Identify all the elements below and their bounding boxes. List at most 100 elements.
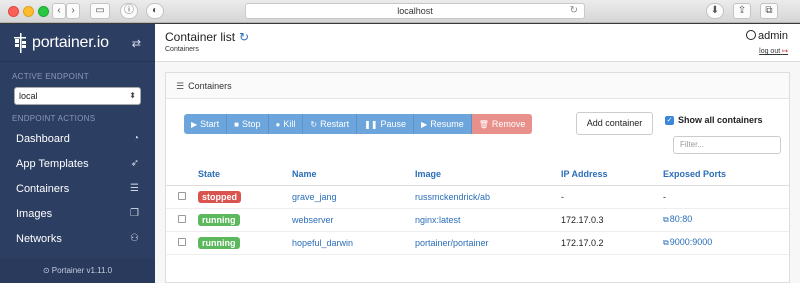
- sidebar-item-images[interactable]: Images ❐: [0, 201, 155, 226]
- logout-link[interactable]: log out ↦: [759, 47, 788, 55]
- page-header: Container list ↻ Containers admin log out…: [155, 24, 800, 62]
- pause-button[interactable]: ❚❚ Pause: [357, 114, 415, 134]
- reader-icon[interactable]: ⓘ: [120, 3, 138, 19]
- status-badge: stopped: [198, 190, 241, 203]
- stop-label: Stop: [242, 119, 261, 129]
- show-all-label: Show all containers: [678, 115, 763, 125]
- back-button[interactable]: ‹: [52, 3, 66, 19]
- panel-title: Containers: [188, 81, 232, 91]
- sidebar-item-dashboard[interactable]: Dashboard ◔: [0, 126, 155, 151]
- external-link-icon: ⧉: [663, 238, 669, 247]
- restart-label: Restart: [320, 119, 350, 129]
- containers-panel: ☰ Containers ▶ Start ■ Stop ● Kill ↻ Restart …: [165, 72, 790, 283]
- container-name-link[interactable]: grave_jang: [292, 192, 337, 202]
- row-checkbox[interactable]: [178, 191, 186, 200]
- sidebar-toggle-icon[interactable]: ▭: [90, 3, 110, 19]
- ip-address: -: [561, 191, 564, 202]
- sidebar-item-label: App Templates: [16, 157, 89, 170]
- image-link[interactable]: portainer/portainer: [415, 238, 489, 248]
- action-button-group: ▶ Start ■ Stop ● Kill ↻ Restart ❚❚ Pause ▶ Res…: [184, 114, 533, 134]
- reload-icon[interactable]: ↻: [570, 4, 578, 18]
- bomb-icon: ●: [275, 119, 281, 129]
- clone-icon: ❐: [130, 208, 139, 219]
- table-row: stopped grave_jang russmckendrick/ab - -: [166, 185, 789, 209]
- address-bar[interactable]: localhost ↻: [245, 3, 585, 19]
- privacy-icon[interactable]: ◐: [146, 3, 164, 19]
- refresh-icon[interactable]: ↻: [239, 30, 249, 44]
- endpoint-actions-heading: ENDPOINT ACTIONS: [12, 114, 96, 123]
- exchange-icon[interactable]: ⇄: [132, 37, 141, 50]
- restart-button[interactable]: ↻ Restart: [303, 114, 358, 134]
- stop-icon: ■: [234, 119, 240, 129]
- resume-label: Resume: [430, 119, 464, 129]
- sidebar-item-label: Images: [16, 207, 53, 220]
- pause-icon: ❚❚: [364, 119, 378, 129]
- row-checkbox[interactable]: [178, 237, 186, 246]
- row-checkbox[interactable]: [178, 214, 186, 223]
- container-name-link[interactable]: hopeful_darwin: [292, 238, 353, 248]
- minimize-window-button[interactable]: [23, 6, 34, 17]
- resume-button[interactable]: ▶ Resume: [414, 114, 472, 134]
- ports-link[interactable]: ⧉9000:9000: [663, 237, 712, 247]
- checkbox-checked-icon[interactable]: ✓: [665, 115, 674, 125]
- table-row: running hopeful_darwin portainer/portainer…: [166, 231, 789, 255]
- share-icon[interactable]: ⇪: [733, 3, 751, 19]
- logout-text[interactable]: log out: [759, 48, 780, 55]
- ports-value: 80:80: [669, 214, 693, 224]
- select-arrows-icon: ⬍: [129, 91, 136, 100]
- main-content: Container list ↻ Containers admin log out…: [155, 24, 800, 283]
- col-header-state[interactable]: State: [198, 163, 292, 186]
- endpoint-select-value: local: [19, 91, 38, 101]
- brand-name[interactable]: portainer.io: [32, 34, 109, 52]
- col-header-image[interactable]: Image: [415, 163, 561, 186]
- start-label: Start: [200, 119, 220, 129]
- containers-table: State Name Image IP Address Exposed Port…: [166, 163, 789, 255]
- ports-value: 9000:9000: [669, 237, 713, 247]
- list-icon: ☰: [130, 183, 139, 194]
- page-title-text: Container list: [165, 30, 236, 44]
- col-header-name[interactable]: Name: [292, 163, 415, 186]
- zoom-window-button[interactable]: [38, 6, 49, 17]
- ip-address: 172.17.0.3: [561, 214, 604, 225]
- remove-button[interactable]: 🗑 Remove: [471, 114, 533, 134]
- tabs-icon[interactable]: ⧉: [760, 3, 778, 19]
- image-link[interactable]: nginx:latest: [415, 215, 461, 225]
- ports-value: -: [663, 191, 666, 202]
- image-link[interactable]: russmckendrick/ab: [415, 192, 490, 202]
- kill-label: Kill: [283, 119, 296, 129]
- username: admin: [758, 30, 788, 42]
- version-footer: ⊙ Portainer v1.11.0: [0, 259, 155, 283]
- table-row: running webserver nginx:latest 172.17.0.3 ⧉8…: [166, 208, 789, 232]
- sidebar-item-containers[interactable]: Containers ☰: [0, 176, 155, 201]
- ip-address: 172.17.0.2: [561, 237, 604, 248]
- filter-input[interactable]: Filter...: [673, 136, 781, 154]
- sidebar: portainer.io ⇄ ACTIVE ENDPOINT local ⬍ E…: [0, 24, 155, 283]
- panel-header: ☰ Containers: [166, 73, 789, 99]
- sitemap-icon: ⚇: [130, 233, 139, 244]
- col-header-ip[interactable]: IP Address: [561, 163, 663, 186]
- add-container-button[interactable]: Add container: [576, 112, 653, 135]
- download-icon[interactable]: ⬇: [706, 3, 724, 19]
- endpoint-select[interactable]: local ⬍: [14, 87, 141, 105]
- container-name-link[interactable]: webserver: [292, 215, 334, 225]
- brand-header: portainer.io ⇄: [0, 24, 155, 62]
- kill-button[interactable]: ● Kill: [268, 114, 304, 134]
- sign-out-icon[interactable]: ↦: [782, 48, 788, 55]
- version-text: Portainer v1.11.0: [51, 266, 113, 275]
- refresh-icon: ↻: [310, 119, 318, 129]
- show-all-toggle[interactable]: ✓ Show all containers: [665, 115, 763, 125]
- rocket-icon: ➶: [130, 158, 139, 169]
- user-menu: admin: [746, 30, 788, 42]
- forward-button[interactable]: ›: [66, 3, 80, 19]
- sidebar-item-app-templates[interactable]: App Templates ➶: [0, 151, 155, 176]
- sidebar-item-networks[interactable]: Networks ⚇: [0, 226, 155, 251]
- close-window-button[interactable]: [8, 6, 19, 17]
- active-endpoint-heading: ACTIVE ENDPOINT: [12, 72, 89, 81]
- stop-button[interactable]: ■ Stop: [227, 114, 269, 134]
- col-header-ports[interactable]: Exposed Ports: [663, 163, 789, 186]
- ports-link[interactable]: ⧉80:80: [663, 214, 692, 224]
- page-title: Container list ↻: [165, 30, 249, 44]
- start-button[interactable]: ▶ Start: [184, 114, 228, 134]
- play-icon: ▶: [191, 119, 198, 129]
- status-badge: running: [198, 213, 240, 226]
